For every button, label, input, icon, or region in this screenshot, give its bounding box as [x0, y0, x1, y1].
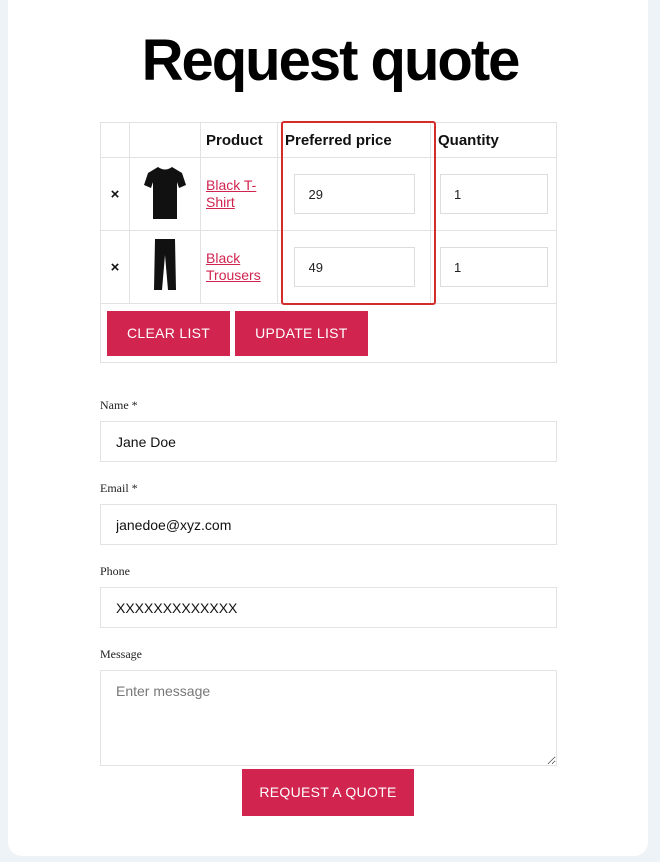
quantity-input[interactable]: [440, 247, 548, 287]
email-label: Email *: [100, 481, 138, 495]
quantity-cell: [430, 230, 557, 304]
header-product: Product: [200, 122, 278, 158]
phone-field[interactable]: [100, 587, 557, 628]
table-header-row: Product Preferred price Quantity: [100, 122, 557, 158]
update-list-button[interactable]: UPDATE LIST: [235, 310, 368, 356]
preferred-price-cell: [277, 157, 431, 231]
quantity-cell: [430, 157, 557, 231]
clear-list-button[interactable]: CLEAR LIST: [107, 310, 231, 356]
product-name-line1: Black: [206, 250, 241, 266]
preferred-price-cell: [277, 230, 431, 304]
product-name-line2: Shirt: [206, 194, 235, 210]
product-thumbnail: [129, 230, 201, 304]
table-actions-cell: CLEAR LIST UPDATE LIST: [100, 303, 557, 363]
product-name-line1: Black T-: [206, 177, 257, 193]
preferred-price-input[interactable]: [293, 247, 415, 287]
black-tshirt-icon: [144, 167, 186, 219]
product-name-cell: Black T- Shirt: [200, 157, 278, 231]
header-quantity: Quantity: [430, 122, 557, 158]
remove-item-button[interactable]: ×: [100, 230, 130, 304]
name-field[interactable]: [100, 421, 557, 462]
table-row: × Black Trousers: [100, 230, 557, 304]
preferred-price-input[interactable]: [293, 174, 415, 214]
header-product-label: Product: [206, 131, 263, 149]
header-quantity-label: Quantity: [438, 131, 499, 149]
header-preferred-price-label: Preferred price: [285, 131, 392, 149]
remove-item-button[interactable]: ×: [100, 157, 130, 231]
page-title: Request quote: [141, 28, 521, 93]
header-remove-col: [100, 122, 130, 158]
message-field[interactable]: [100, 670, 557, 766]
product-link[interactable]: Black Trousers: [201, 250, 277, 284]
header-image-col: [129, 122, 201, 158]
header-preferred-price: Preferred price: [277, 122, 431, 158]
product-thumbnail: [129, 157, 201, 231]
product-name-cell: Black Trousers: [200, 230, 278, 304]
black-trousers-icon: [154, 239, 176, 290]
table-actions-row: CLEAR LIST UPDATE LIST: [100, 303, 557, 363]
quote-form: Name * Email * Phone Message: [100, 398, 557, 771]
name-label: Name *: [100, 398, 138, 412]
table-row: × Black T- Shirt: [100, 157, 557, 231]
email-field[interactable]: [100, 504, 557, 545]
phone-label: Phone: [100, 564, 130, 578]
message-label: Message: [100, 647, 142, 661]
table-actions: CLEAR LIST UPDATE LIST: [101, 305, 556, 362]
product-link[interactable]: Black T- Shirt: [201, 177, 277, 211]
request-quote-button[interactable]: REQUEST A QUOTE: [242, 769, 414, 816]
product-name-line2: Trousers: [206, 267, 261, 283]
quote-table: Product Preferred price Quantity × Black…: [100, 122, 557, 363]
quantity-input[interactable]: [440, 174, 548, 214]
